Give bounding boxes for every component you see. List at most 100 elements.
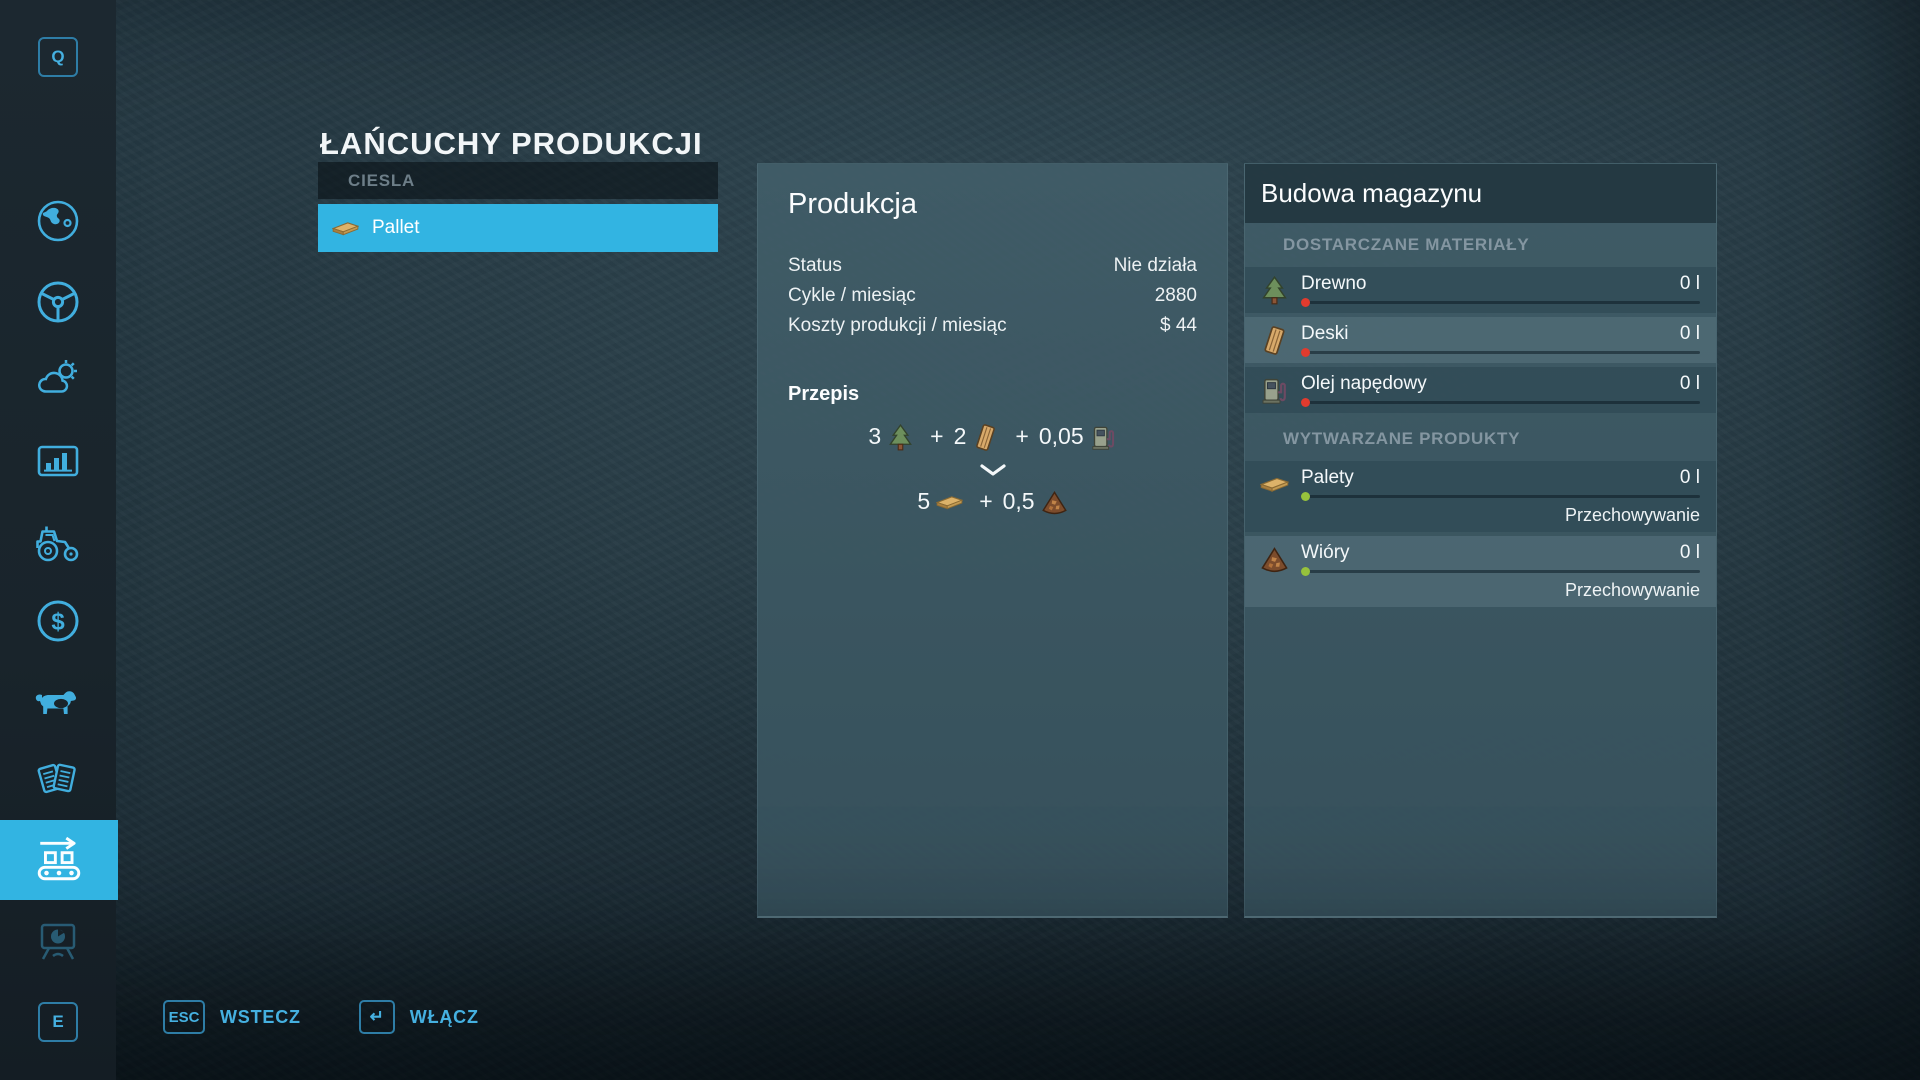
documents-icon	[34, 757, 82, 805]
page-title: ŁAŃCUCHY PRODUKCJI	[320, 126, 703, 162]
recipe-qty: 3	[868, 423, 881, 450]
weather-icon	[34, 356, 82, 404]
chevron-down-icon	[979, 463, 1007, 477]
bar-chart-icon	[34, 438, 82, 486]
pallet-icon	[1260, 470, 1289, 499]
steering-wheel-icon	[34, 278, 82, 326]
back-button[interactable]: ESC WSTECZ	[163, 1000, 301, 1034]
material-name: Olej napędowy	[1301, 373, 1427, 395]
stat-value: Nie działa	[1114, 251, 1197, 281]
production-title: Produkcja	[788, 188, 1197, 221]
material-amount: 0 l	[1680, 373, 1700, 395]
globe-icon	[34, 197, 82, 245]
sidebar: Q E	[0, 0, 116, 1080]
tree-icon	[887, 424, 914, 451]
esc-key-icon: ESC	[163, 1000, 205, 1034]
sidebar-tab-statistics[interactable]	[0, 438, 116, 486]
recipe-arrow	[788, 463, 1197, 477]
tree-icon	[1260, 276, 1289, 305]
production-chains-screen: Q E ŁAŃCUCHY PRODUKCJI CIESLA Pallet Pro…	[0, 0, 1920, 1080]
fill-level-marker	[1301, 492, 1310, 501]
sidebar-tab-animals[interactable]	[0, 677, 116, 725]
recipe-header: Przepis	[788, 383, 1197, 406]
fill-level-bar	[1301, 570, 1700, 573]
storage-row-wiory: Wióry 0 l Przechowywanie	[1245, 536, 1716, 607]
distribution-mode: Przechowywanie	[1301, 504, 1700, 526]
recipe-qty: 5	[917, 488, 930, 515]
footer-hints: ESC WSTECZ ↵ WŁĄCZ	[163, 1000, 479, 1034]
sidebar-tab-map[interactable]	[0, 197, 116, 245]
woodchips-icon	[1041, 489, 1068, 516]
product-name: Palety	[1301, 467, 1354, 489]
chain-item-label: Pallet	[372, 217, 420, 239]
pallet-icon	[332, 215, 359, 242]
sidebar-tab-production-chains[interactable]	[0, 820, 118, 900]
recipe-inputs: 3 + 2 + 0,05	[788, 422, 1197, 451]
key-hint-e-label: E	[52, 1012, 63, 1032]
storage-row-drewno: Drewno 0 l	[1245, 267, 1716, 313]
fill-level-bar	[1301, 301, 1700, 304]
product-amount: 0 l	[1680, 467, 1700, 489]
storage-panel-header: Budowa magazynu	[1245, 164, 1716, 223]
stat-row-status: Status Nie działa	[788, 251, 1197, 281]
chain-list-header-label: CIESLA	[348, 171, 415, 191]
stat-row-cycles: Cykle / miesiąc 2880	[788, 281, 1197, 311]
material-name: Drewno	[1301, 273, 1366, 295]
cow-icon	[34, 677, 82, 725]
chain-list-item-pallet[interactable]: Pallet	[318, 204, 718, 252]
production-panel: Produkcja Status Nie działa Cykle / mies…	[757, 163, 1228, 918]
fill-level-bar	[1301, 351, 1700, 354]
plus-sign: +	[1015, 423, 1028, 450]
material-amount: 0 l	[1680, 273, 1700, 295]
distribution-mode: Przechowywanie	[1301, 579, 1700, 601]
material-name: Deski	[1301, 323, 1349, 345]
section-label-inputs: DOSTARCZANE MATERIAŁY	[1245, 223, 1716, 267]
sidebar-tab-presentation[interactable]	[0, 918, 116, 966]
back-button-label: WSTECZ	[220, 1007, 301, 1028]
material-amount: 0 l	[1680, 323, 1700, 345]
diesel-icon	[1260, 376, 1289, 405]
fill-level-bar	[1301, 401, 1700, 404]
easel-chart-icon	[34, 918, 82, 966]
pallet-icon	[936, 489, 963, 516]
activate-button[interactable]: ↵ WŁĄCZ	[359, 1000, 479, 1034]
key-hint-q-label: Q	[51, 47, 64, 67]
chain-list-header: CIESLA	[318, 162, 718, 199]
stat-value: 2880	[1155, 281, 1197, 311]
stat-label: Cykle / miesiąc	[788, 281, 916, 311]
fill-level-bar	[1301, 495, 1700, 498]
storage-row-deski: Deski 0 l	[1245, 317, 1716, 363]
enter-key-icon: ↵	[359, 1000, 395, 1034]
plus-sign: +	[979, 488, 992, 515]
woodchips-icon	[1260, 545, 1289, 574]
plus-sign: +	[930, 423, 943, 450]
section-label-outputs: WYTWARZANE PRODUKTY	[1245, 417, 1716, 461]
storage-panel: Budowa magazynu DOSTARCZANE MATERIAŁY Dr…	[1244, 163, 1717, 918]
stat-row-costs: Koszty produkcji / miesiąc $ 44	[788, 311, 1197, 341]
product-name: Wióry	[1301, 542, 1350, 564]
recipe-qty: 2	[954, 423, 967, 450]
sidebar-tab-vehicles[interactable]	[0, 518, 116, 566]
dollar-icon	[34, 597, 82, 645]
chain-list-panel: CIESLA Pallet	[318, 162, 718, 252]
stat-label: Status	[788, 251, 842, 281]
storage-title: Budowa magazynu	[1261, 178, 1482, 209]
planks-icon	[972, 424, 999, 451]
fill-level-marker	[1301, 348, 1310, 357]
activate-button-label: WŁĄCZ	[410, 1007, 479, 1028]
conveyor-icon	[34, 835, 84, 885]
product-amount: 0 l	[1680, 542, 1700, 564]
sidebar-tab-contracts[interactable]	[0, 757, 116, 805]
fill-level-marker	[1301, 398, 1310, 407]
sidebar-tab-weather[interactable]	[0, 356, 116, 404]
key-hint-q: Q	[38, 37, 78, 77]
recipe-qty: 0,05	[1039, 423, 1084, 450]
sidebar-tab-garage[interactable]	[0, 278, 116, 326]
recipe-qty: 0,5	[1003, 488, 1035, 515]
fill-level-marker	[1301, 567, 1310, 576]
sidebar-tab-finances[interactable]	[0, 597, 116, 645]
planks-icon	[1260, 326, 1289, 355]
fill-level-marker	[1301, 298, 1310, 307]
storage-row-olej: Olej napędowy 0 l	[1245, 367, 1716, 413]
diesel-icon	[1090, 424, 1117, 451]
